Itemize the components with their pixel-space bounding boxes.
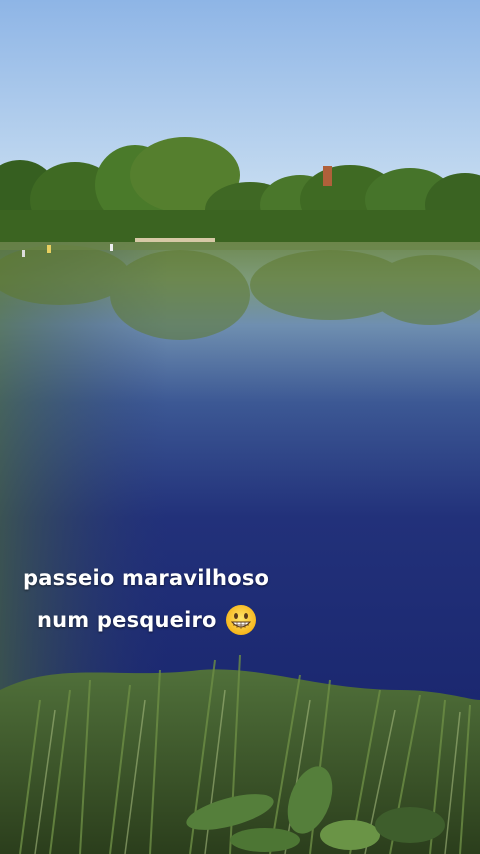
- caption-line-1: passeio maravilhoso: [23, 566, 270, 590]
- caption-line-2-text: num pesqueiro: [37, 608, 217, 632]
- lake-scene: [0, 0, 480, 854]
- chimney: [323, 166, 332, 186]
- caption-line-2: num pesqueiro: [37, 604, 257, 636]
- grinning-face-emoji-icon: [225, 605, 256, 635]
